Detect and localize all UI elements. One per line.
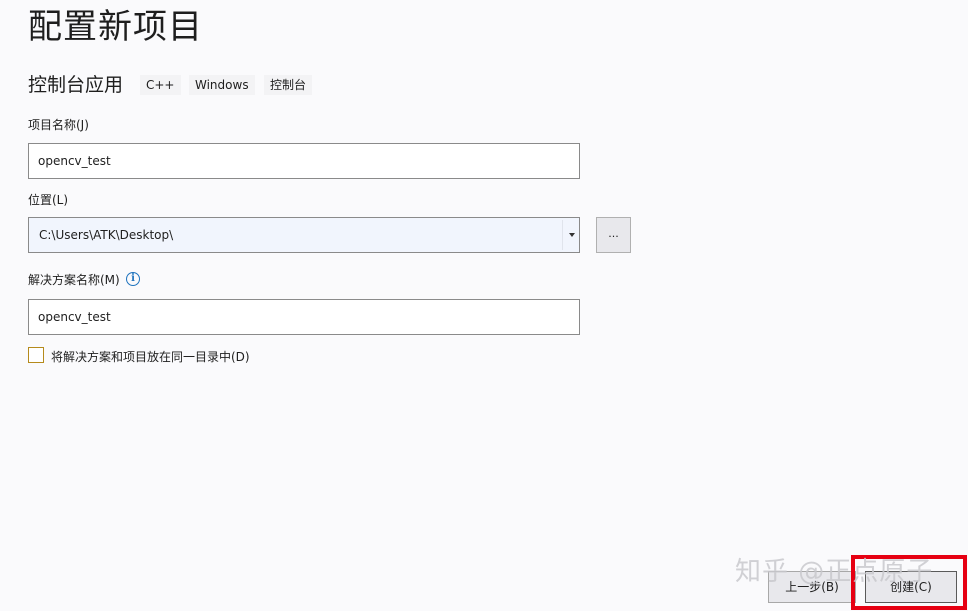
combo-divider xyxy=(562,220,563,250)
template-tag-console: 控制台 xyxy=(264,75,313,95)
watermark: 知乎 @正点原子 xyxy=(735,557,934,587)
template-tag-windows: Windows xyxy=(189,75,255,95)
same-directory-checkbox[interactable] xyxy=(28,347,44,363)
browse-button[interactable]: ... xyxy=(596,217,631,253)
template-name: 控制台应用 xyxy=(28,74,124,96)
page-title: 配置新项目 xyxy=(28,7,203,47)
same-directory-label: 将解决方案和项目放在同一目录中(D) xyxy=(51,350,250,364)
location-label: 位置(L) xyxy=(28,193,69,207)
template-tag-cpp: C++ xyxy=(140,75,181,95)
location-combobox[interactable]: C:\Users\ATK\Desktop\ xyxy=(28,217,580,253)
project-name-label: 项目名称(J) xyxy=(28,118,89,132)
project-name-input[interactable]: opencv_test xyxy=(28,143,580,179)
info-icon[interactable]: i xyxy=(126,272,140,286)
solution-name-input[interactable]: opencv_test xyxy=(28,299,580,335)
solution-name-label: 解决方案名称(M) xyxy=(28,273,120,287)
location-value: C:\Users\ATK\Desktop\ xyxy=(39,228,174,242)
chevron-down-icon[interactable] xyxy=(569,233,575,237)
